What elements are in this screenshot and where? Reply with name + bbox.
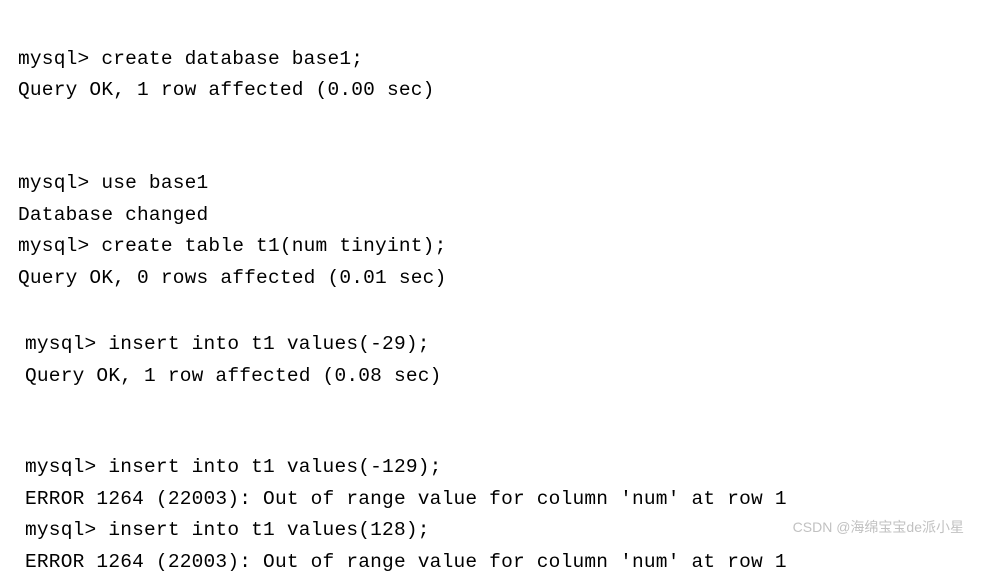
terminal-block-1: mysql> create database base1; Query OK, … xyxy=(18,12,966,107)
error-line: ERROR 1264 (22003): Out of range value f… xyxy=(25,551,787,573)
command-line: mysql> create table t1(num tinyint); xyxy=(18,235,446,257)
command-line: mysql> create database base1; xyxy=(18,48,363,70)
terminal-block-3: mysql> insert into t1 values(-29); Query… xyxy=(18,298,966,393)
terminal-block-2: mysql> use base1 Database changed mysql>… xyxy=(18,137,966,295)
command-line: mysql> insert into t1 values(128); xyxy=(25,519,430,541)
result-line: Database changed xyxy=(18,204,208,226)
error-line: ERROR 1264 (22003): Out of range value f… xyxy=(25,488,787,510)
command-line: mysql> insert into t1 values(-29); xyxy=(25,333,430,355)
result-line: Query OK, 1 row affected (0.08 sec) xyxy=(25,365,442,387)
command-line: mysql> insert into t1 values(-129); xyxy=(25,456,442,478)
terminal-block-4: mysql> insert into t1 values(-129); ERRO… xyxy=(18,420,966,578)
result-line: Query OK, 1 row affected (0.00 sec) xyxy=(18,79,435,101)
watermark-text: CSDN @海绵宝宝de派小星 xyxy=(793,517,964,537)
command-line: mysql> use base1 xyxy=(18,172,208,194)
result-line: Query OK, 0 rows affected (0.01 sec) xyxy=(18,267,446,289)
